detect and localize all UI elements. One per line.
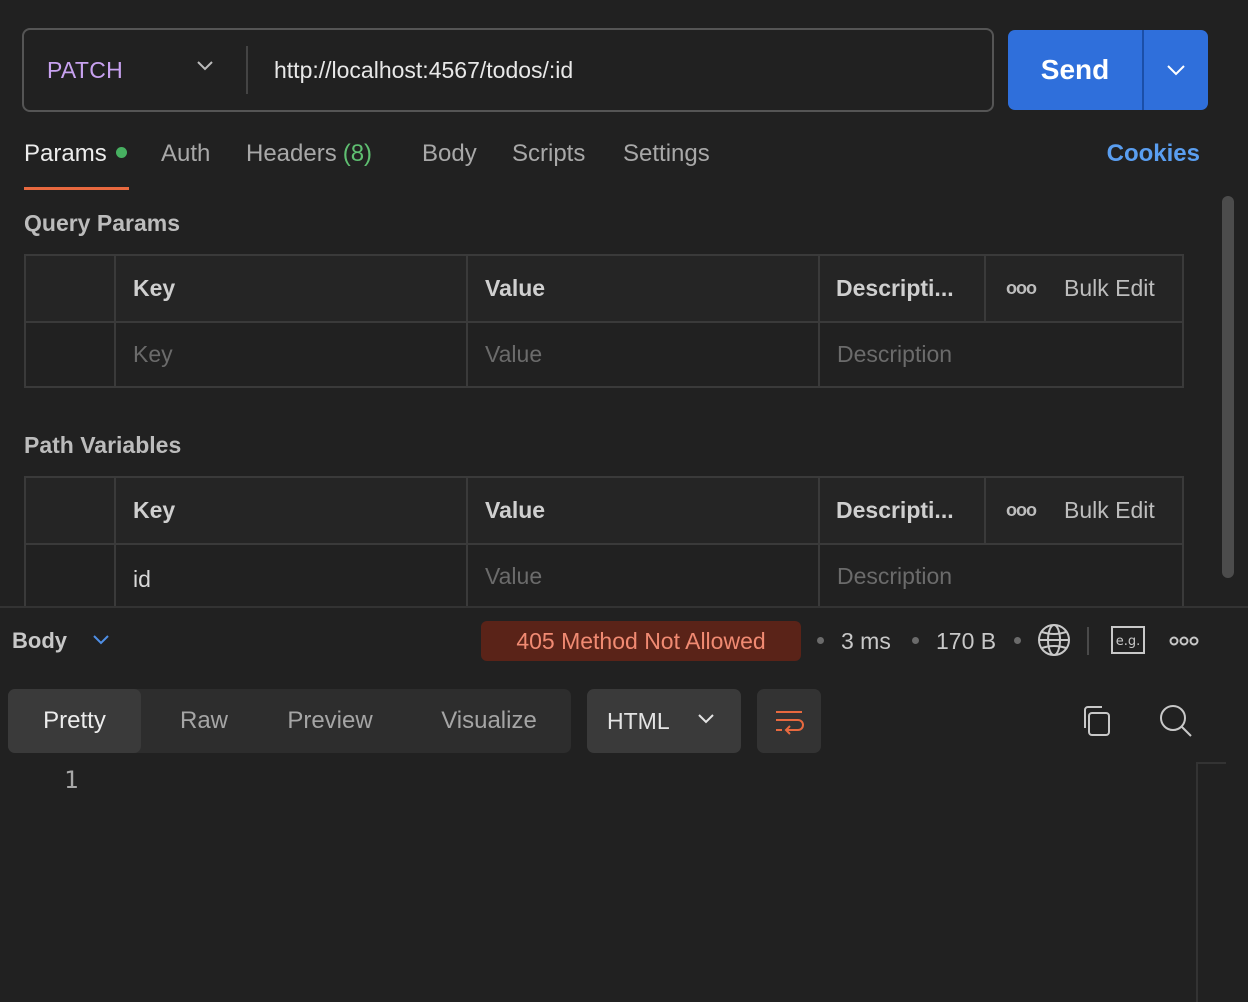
active-tab-indicator — [24, 187, 129, 190]
description-header: Descripti... — [820, 478, 986, 543]
response-time[interactable]: 3 ms — [841, 628, 891, 655]
status-badge[interactable]: 405 Method Not Allowed — [481, 621, 801, 661]
path-variables-table: Key Value Descripti... ooo Bulk Edit id … — [24, 476, 1184, 606]
value-input[interactable]: Value — [468, 545, 820, 606]
response-view-tabs: Pretty Raw Preview Visualize — [8, 689, 571, 753]
key-input[interactable]: Key — [116, 323, 468, 386]
separator-dot — [817, 637, 824, 644]
send-options-button[interactable] — [1144, 30, 1208, 110]
description-input[interactable]: Description — [820, 323, 1182, 386]
separator-dot — [912, 637, 919, 644]
method-label: PATCH — [47, 56, 124, 83]
scrollbar[interactable] — [1222, 196, 1234, 578]
chevron-down-icon[interactable] — [92, 634, 110, 646]
send-button[interactable]: Send — [1008, 30, 1142, 110]
tab-headers[interactable]: Headers (8) — [246, 140, 372, 168]
response-divider[interactable] — [0, 606, 1248, 608]
checkbox-column — [26, 478, 116, 543]
wrap-lines-icon — [776, 711, 804, 735]
globe-icon[interactable] — [1037, 623, 1071, 657]
table-actions: ooo Bulk Edit — [986, 256, 1182, 321]
tab-body[interactable]: Body — [422, 140, 477, 168]
search-icon[interactable] — [1158, 703, 1194, 739]
key-cell: id — [116, 545, 468, 606]
table-header-row: Key Value Descripti... ooo Bulk Edit — [26, 478, 1182, 543]
cookies-link[interactable]: Cookies — [1107, 140, 1200, 168]
line-number: 1 — [64, 766, 79, 794]
description-input[interactable]: Description — [820, 545, 1182, 606]
editor-border — [1196, 762, 1198, 1002]
send-button-group: Send — [1008, 30, 1208, 110]
format-select[interactable]: HTML — [587, 689, 741, 753]
tab-headers-label: Headers — [246, 140, 337, 167]
copy-icon[interactable] — [1080, 704, 1112, 738]
more-options-icon[interactable]: ooo — [1006, 278, 1037, 299]
example-icon[interactable]: e.g. — [1111, 626, 1145, 654]
tab-pretty[interactable]: Pretty — [8, 689, 141, 753]
response-body-label[interactable]: Body — [12, 628, 67, 654]
bulk-edit-button[interactable]: Bulk Edit — [1064, 275, 1155, 302]
tab-preview[interactable]: Preview — [266, 689, 394, 753]
query-params-title: Query Params — [24, 210, 180, 236]
request-url-bar: PATCH http://localhost:4567/todos/:id — [22, 28, 994, 112]
value-input[interactable]: Value — [468, 323, 820, 386]
url-input[interactable]: http://localhost:4567/todos/:id — [248, 57, 573, 84]
bulk-edit-button[interactable]: Bulk Edit — [1064, 497, 1155, 524]
row-checkbox-cell — [26, 545, 116, 606]
method-select[interactable]: PATCH — [24, 30, 246, 110]
description-header: Descripti... — [820, 256, 986, 321]
toolbar-divider — [1087, 627, 1089, 655]
table-row: Key Value Description — [26, 321, 1182, 386]
query-params-table: Key Value Descripti... ooo Bulk Edit Key… — [24, 254, 1184, 388]
response-size[interactable]: 170 B — [936, 628, 996, 655]
tab-params[interactable]: Params — [24, 140, 127, 168]
table-actions: ooo Bulk Edit — [986, 478, 1182, 543]
chevron-down-icon — [1167, 65, 1185, 76]
path-variables-title: Path Variables — [24, 432, 182, 458]
tab-scripts[interactable]: Scripts — [512, 140, 585, 168]
wrap-lines-button[interactable] — [757, 689, 821, 753]
tab-params-label: Params — [24, 140, 107, 167]
value-header: Value — [468, 256, 820, 321]
tab-visualize[interactable]: Visualize — [419, 689, 559, 753]
value-header: Value — [468, 478, 820, 543]
tab-auth[interactable]: Auth — [161, 140, 210, 168]
table-row: id Value Description — [26, 543, 1182, 606]
format-label: HTML — [607, 707, 670, 734]
key-header: Key — [116, 478, 468, 543]
row-checkbox-cell — [26, 323, 116, 386]
params-active-dot — [115, 147, 127, 158]
table-header-row: Key Value Descripti... ooo Bulk Edit — [26, 256, 1182, 321]
more-options-icon[interactable]: ooo — [1006, 500, 1037, 521]
chevron-down-icon — [197, 61, 213, 71]
headers-count: (8) — [342, 140, 373, 167]
editor-border-top — [1196, 762, 1226, 764]
key-header: Key — [116, 256, 468, 321]
more-options-icon[interactable] — [1169, 635, 1199, 647]
chevron-down-icon — [698, 714, 714, 724]
checkbox-column — [26, 256, 116, 321]
tab-settings[interactable]: Settings — [623, 140, 710, 168]
tab-raw[interactable]: Raw — [148, 689, 260, 753]
separator-dot — [1014, 637, 1021, 644]
svg-text:e.g.: e.g. — [1116, 634, 1141, 649]
